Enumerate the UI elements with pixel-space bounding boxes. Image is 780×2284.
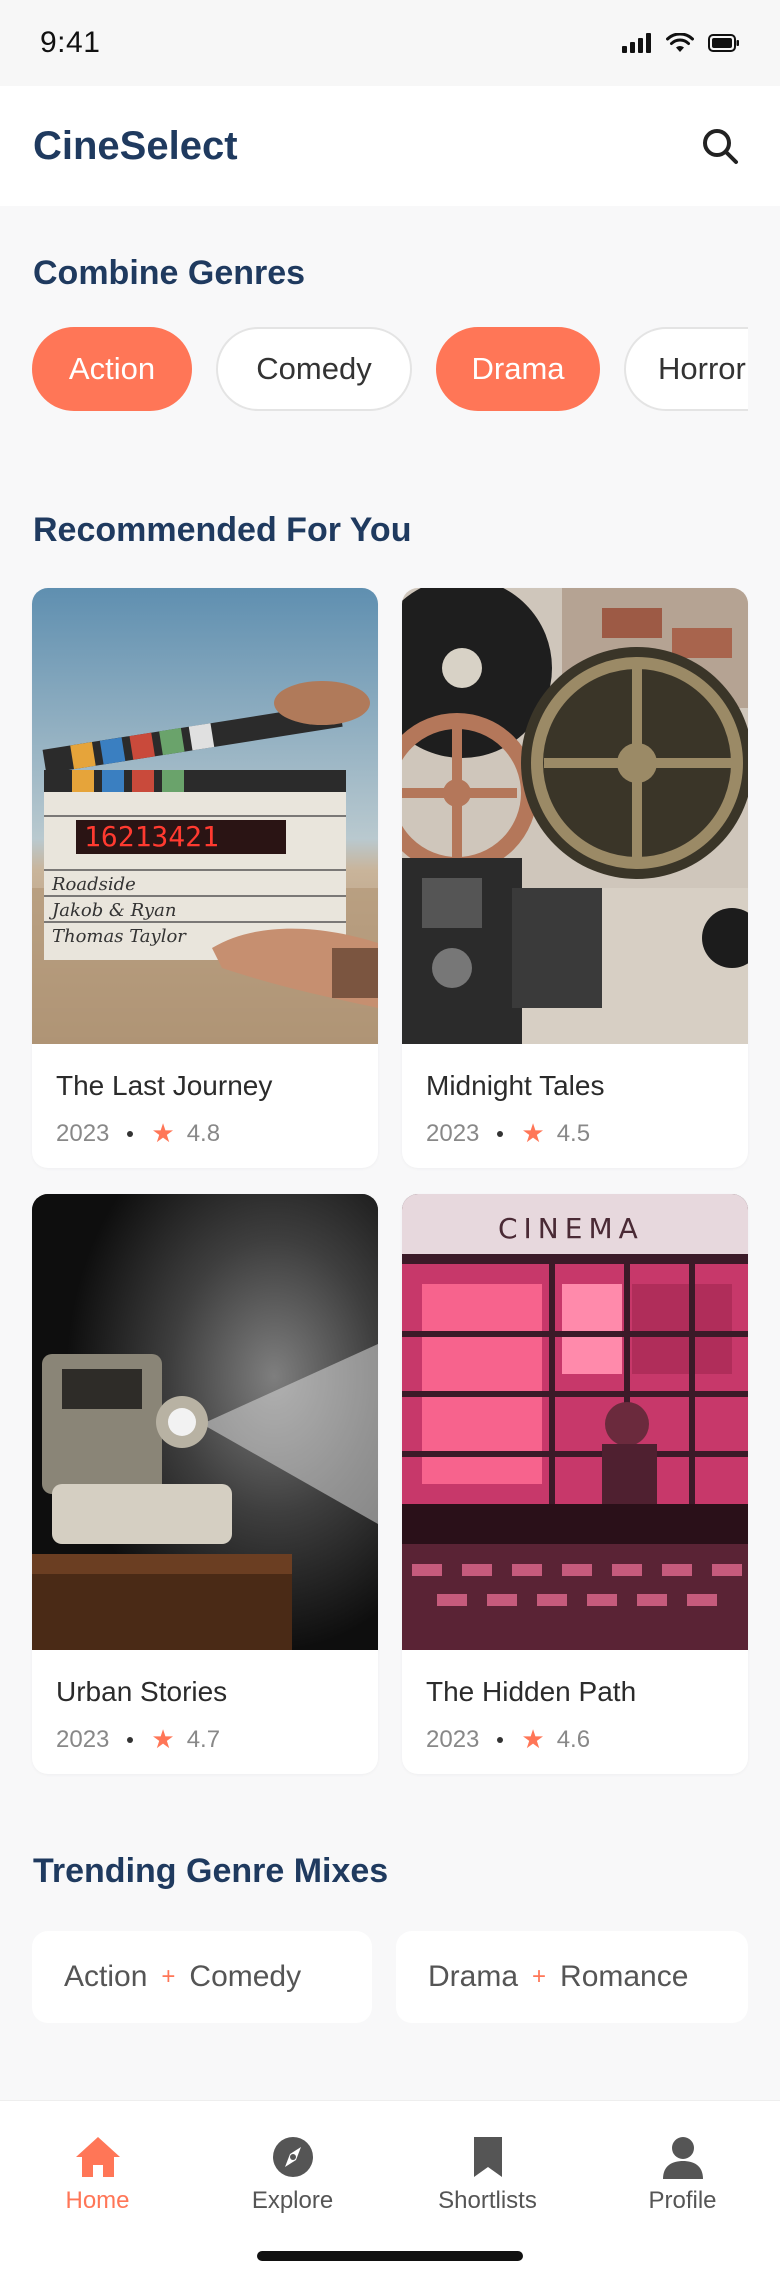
movie-meta: 2023 ★ 4.8 xyxy=(56,1118,354,1149)
app-header: CineSelect xyxy=(0,86,780,206)
bottom-nav: Home Explore Shortlists Profile xyxy=(0,2100,780,2284)
wifi-icon xyxy=(666,33,694,52)
card-body: The Last Journey 2023 ★ 4.8 xyxy=(32,1044,378,1149)
app-title: CineSelect xyxy=(33,123,238,168)
user-icon xyxy=(662,2137,703,2179)
nav-item-explore[interactable]: Explore xyxy=(195,2101,390,2221)
card-body: Urban Stories 2023 ★ 4.7 xyxy=(32,1650,378,1755)
search-button[interactable] xyxy=(692,118,748,174)
signal-icon xyxy=(622,33,651,53)
separator-dot xyxy=(497,1736,504,1743)
movie-rating: 4.8 xyxy=(186,1119,221,1147)
movie-card[interactable]: Midnight Tales 2023 ★ 4.5 xyxy=(402,588,748,1168)
movie-year: 2023 xyxy=(56,1119,110,1147)
chip-label: Comedy xyxy=(256,351,372,386)
recommended-title: Recommended For You xyxy=(33,511,412,549)
mix-genre-a: Drama xyxy=(428,1960,519,1993)
genre-mix-card[interactable]: Action + Comedy xyxy=(32,1931,372,2023)
card-body: Midnight Tales 2023 ★ 4.5 xyxy=(402,1044,748,1149)
star-icon: ★ xyxy=(521,1724,545,1754)
mix-genre-b: Romance xyxy=(560,1960,689,1993)
film-projector-reels-image xyxy=(402,588,748,1044)
bookmark-icon xyxy=(473,2137,502,2177)
genre-chip-comedy[interactable]: Comedy xyxy=(216,327,412,411)
trending-title: Trending Genre Mixes xyxy=(33,1852,389,1890)
genre-chips: Action Comedy Drama Horror xyxy=(0,327,748,413)
nav-item-shortlists[interactable]: Shortlists xyxy=(390,2101,585,2221)
home-icon xyxy=(75,2137,120,2177)
genres-title: Combine Genres xyxy=(33,254,306,292)
movie-title: The Last Journey xyxy=(56,1070,273,1101)
nav-label: Home xyxy=(65,2187,130,2214)
nav-label: Shortlists xyxy=(438,2187,537,2214)
movie-grid: 16213421 Roadside Jakob & Ryan Thomas Ta… xyxy=(0,588,780,1774)
status-time: 9:41 xyxy=(40,26,101,59)
movie-year: 2023 xyxy=(56,1725,110,1753)
plus-icon: + xyxy=(161,1963,176,1990)
cinema-sign: CINEMA xyxy=(498,1212,644,1245)
mix-genre-b: Comedy xyxy=(189,1960,302,1993)
nav-label: Profile xyxy=(648,2187,717,2214)
movie-rating: 4.5 xyxy=(556,1119,591,1147)
home-indicator xyxy=(257,2251,523,2261)
movie-year: 2023 xyxy=(426,1119,480,1147)
movie-meta: 2023 ★ 4.5 xyxy=(426,1118,724,1149)
chip-label: Drama xyxy=(471,351,565,386)
movie-rating: 4.7 xyxy=(186,1725,221,1753)
movie-card[interactable]: 16213421 Roadside Jakob & Ryan Thomas Ta… xyxy=(32,588,378,1168)
battery-icon xyxy=(708,34,739,52)
card-body: The Hidden Path 2023 ★ 4.6 xyxy=(402,1650,748,1755)
movie-meta: 2023 ★ 4.7 xyxy=(56,1724,354,1755)
cinema-facade-image: CINEMA xyxy=(402,1194,748,1650)
status-icons xyxy=(622,33,740,53)
star-icon: ★ xyxy=(521,1118,545,1148)
star-icon: ★ xyxy=(151,1118,175,1148)
search-icon xyxy=(703,129,738,164)
genre-mixes: Action + Comedy Drama + Romance xyxy=(0,1931,748,2023)
projector-beam-image xyxy=(32,1194,378,1650)
separator-dot xyxy=(127,1130,134,1137)
movie-title: Midnight Tales xyxy=(426,1070,605,1101)
clapper-timecode: 16213421 xyxy=(84,820,219,853)
genre-chip-horror[interactable]: Horror xyxy=(624,327,748,411)
nav-label: Explore xyxy=(251,2187,334,2214)
movie-year: 2023 xyxy=(426,1725,480,1753)
movie-card[interactable]: Urban Stories 2023 ★ 4.7 xyxy=(32,1194,378,1774)
plus-icon: + xyxy=(532,1963,547,1990)
movie-rating: 4.6 xyxy=(556,1725,591,1753)
clapper-text-2: Jakob & Ryan xyxy=(48,900,176,921)
status-bar: 9:41 xyxy=(0,0,780,86)
clapper-text-1: Roadside xyxy=(51,874,136,895)
genre-chip-action[interactable]: Action xyxy=(32,327,192,411)
movie-card[interactable]: CINEMA The Hidden Path 2023 ★ 4.6 xyxy=(402,1194,748,1774)
star-icon: ★ xyxy=(151,1724,175,1754)
clapper-text-3: Thomas Taylor xyxy=(52,926,187,947)
clapperboard-image: 16213421 Roadside Jakob & Ryan Thomas Ta… xyxy=(32,588,378,1044)
nav-item-profile[interactable]: Profile xyxy=(585,2101,780,2221)
chip-label: Horror xyxy=(658,351,746,386)
movie-meta: 2023 ★ 4.6 xyxy=(426,1724,724,1755)
mix-genre-a: Action xyxy=(64,1960,148,1993)
compass-icon xyxy=(272,2137,313,2177)
genre-chip-drama[interactable]: Drama xyxy=(436,327,600,411)
separator-dot xyxy=(127,1736,134,1743)
nav-item-home[interactable]: Home xyxy=(0,2101,195,2221)
genre-mix-card[interactable]: Drama + Romance xyxy=(396,1931,748,2023)
separator-dot xyxy=(497,1130,504,1137)
movie-title: Urban Stories xyxy=(56,1676,228,1707)
chip-label: Action xyxy=(68,351,156,386)
movie-title: The Hidden Path xyxy=(426,1676,637,1707)
